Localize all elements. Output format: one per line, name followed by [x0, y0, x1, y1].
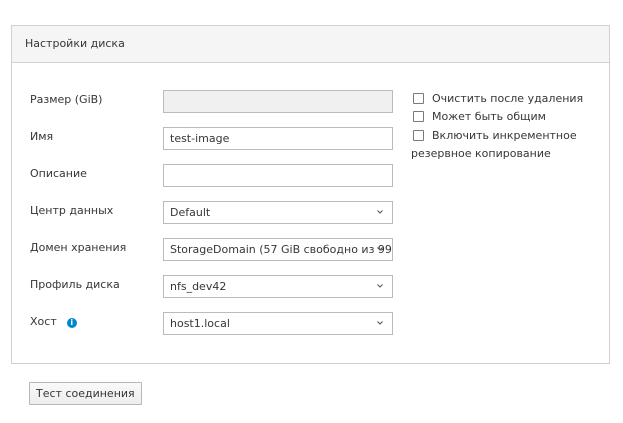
- chevron-down-icon: [377, 321, 383, 325]
- disk-profile-value: nfs_dev42: [170, 280, 227, 293]
- disk-options: Очистить после удаления Может быть общим…: [411, 92, 606, 163]
- wipe-after-delete-option[interactable]: Очистить после удаления: [411, 92, 606, 110]
- size-input: [163, 90, 393, 113]
- description-input[interactable]: [163, 164, 393, 187]
- incremental-backup-checkbox[interactable]: [413, 130, 424, 141]
- test-connection-button[interactable]: Тест соединения: [29, 382, 142, 405]
- datacenter-label: Центр данных: [30, 204, 114, 217]
- shareable-option[interactable]: Может быть общим: [411, 110, 606, 128]
- wipe-after-delete-checkbox[interactable]: [413, 93, 424, 104]
- disk-profile-select[interactable]: nfs_dev42: [163, 275, 393, 298]
- storage-domain-label: Домен хранения: [30, 241, 127, 254]
- host-label-row: Хост i: [30, 315, 77, 329]
- shareable-checkbox[interactable]: [413, 111, 424, 122]
- chevron-down-icon: [377, 247, 383, 251]
- incremental-backup-option[interactable]: Включить инкрементное резервное копирова…: [411, 127, 606, 163]
- size-label: Размер (GiB): [30, 93, 103, 106]
- host-label: Хост: [30, 315, 57, 328]
- name-input[interactable]: test-image: [163, 127, 393, 150]
- chevron-down-icon: [377, 210, 383, 214]
- disk-profile-label: Профиль диска: [30, 278, 120, 291]
- host-select[interactable]: host1.local: [163, 312, 393, 335]
- storage-domain-value: StorageDomain (57 GiB свободно из 99 GiB…: [170, 243, 392, 256]
- description-label: Описание: [30, 167, 87, 180]
- wipe-after-delete-label: Очистить после удаления: [432, 92, 584, 105]
- storage-domain-select[interactable]: StorageDomain (57 GiB свободно из 99 GiB…: [163, 238, 393, 261]
- incremental-backup-label: Включить инкрементное резервное копирова…: [411, 129, 577, 160]
- chevron-down-icon: [377, 284, 383, 288]
- disk-settings-panel: Настройки диска Размер (GiB) Имя test-im…: [11, 25, 610, 364]
- panel-title: Настройки диска: [12, 26, 609, 63]
- info-icon[interactable]: i: [66, 318, 77, 328]
- datacenter-value: Default: [170, 206, 211, 219]
- name-label: Имя: [30, 130, 54, 143]
- datacenter-select[interactable]: Default: [163, 201, 393, 224]
- shareable-label: Может быть общим: [432, 110, 546, 123]
- host-value: host1.local: [170, 317, 230, 330]
